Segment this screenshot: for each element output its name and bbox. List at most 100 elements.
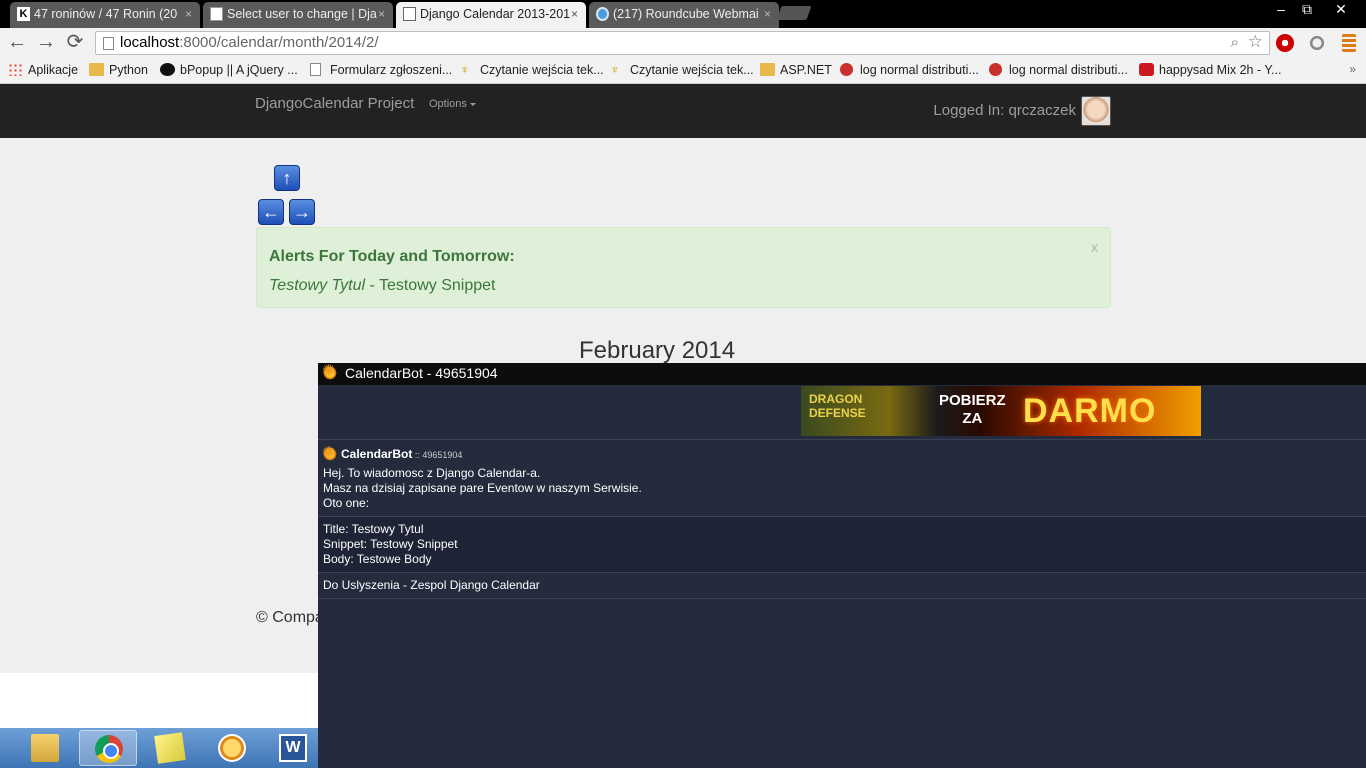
avatar[interactable]: [1081, 96, 1111, 126]
bookmark-item[interactable]: ♆ Czytanie wejścia tek...: [610, 62, 754, 78]
browser-tab-active[interactable]: Django Calendar 2013-201 ×: [396, 2, 586, 28]
youtube-icon: [1139, 63, 1154, 76]
extension-icon[interactable]: [1308, 34, 1326, 52]
menu-icon[interactable]: [1342, 34, 1356, 52]
url-host: localhost: [120, 34, 180, 51]
popup-title: CalendarBot - 49651904: [345, 365, 498, 381]
message-line: Masz na dzisiaj zapisane pare Eventow w …: [323, 481, 642, 495]
message-line: Snippet: Testowy Snippet: [323, 537, 458, 551]
browser-tab[interactable]: (217) Roundcube Webmai ×: [589, 2, 779, 28]
prev-month-button[interactable]: ←: [258, 199, 284, 225]
windows-taskbar: W: [0, 728, 318, 768]
message-line: Body: Testowe Body: [323, 552, 432, 566]
browser-tab[interactable]: Select user to change | Dja ×: [203, 2, 393, 28]
ad-pobierz-line1: POBIERZ: [939, 392, 1006, 409]
calendarbot-popup: CalendarBot - 49651904 DRAGONDEFENSE POB…: [318, 362, 1366, 768]
new-tab-button[interactable]: [776, 6, 812, 20]
tab-label: Select user to change | Dja: [227, 7, 377, 21]
options-label: Options: [429, 98, 467, 110]
ad-banner[interactable]: DRAGON DEFENSE POBIERZ ZA DARMO: [801, 386, 1201, 436]
bookmark-item[interactable]: bPopup || A jQuery ...: [160, 62, 298, 78]
tab-label: 47 roninów / 47 Ronin (20: [34, 7, 178, 21]
restore-button[interactable]: ⧉: [1294, 0, 1320, 18]
back-button[interactable]: ←: [6, 31, 28, 53]
bookmark-item[interactable]: log normal distributi...: [989, 62, 1128, 78]
page-icon: [210, 7, 223, 21]
doc-icon: [310, 63, 321, 76]
ad-line2: DEFENSE: [809, 406, 866, 420]
tab-label: Django Calendar 2013-201: [420, 7, 571, 21]
tab-close-icon[interactable]: ×: [764, 2, 771, 26]
site-navbar: DjangoCalendar Project Options Logged In…: [0, 84, 1366, 138]
ad-game-name: DRAGON DEFENSE: [809, 392, 866, 420]
options-dropdown[interactable]: Options: [429, 98, 476, 110]
browser-tab[interactable]: K 47 roninów / 47 Ronin (20 ×: [10, 2, 200, 28]
bookmark-label: Python: [109, 63, 148, 77]
reload-button[interactable]: ⟳: [64, 31, 86, 53]
popup-titlebar[interactable]: CalendarBot - 49651904: [318, 362, 1366, 385]
alert-item-title: Testowy Tytul: [269, 277, 366, 294]
taskbar-sticky-notes[interactable]: [141, 730, 199, 766]
taskbar-outlook[interactable]: [203, 730, 261, 766]
bookmark-item[interactable]: ASP.NET: [760, 62, 832, 78]
close-window-button[interactable]: ✕: [1328, 0, 1354, 18]
bookmark-item[interactable]: Formularz zgłoszeni...: [310, 62, 452, 78]
page-icon: [403, 7, 416, 21]
bookmark-item[interactable]: happysad Mix 2h - Y...: [1139, 62, 1282, 78]
alert-title: Alerts For Today and Tomorrow:: [269, 248, 515, 265]
sender-name: CalendarBot: [341, 447, 413, 461]
taskbar-chrome[interactable]: [79, 730, 137, 766]
browser-tab-strip: K 47 roninów / 47 Ronin (20 × Select use…: [0, 0, 1366, 28]
kinomaniak-icon: K: [17, 7, 30, 21]
bookmark-item[interactable]: Python: [89, 62, 148, 78]
month-title: February 2014: [579, 337, 736, 364]
taskbar-word[interactable]: W: [264, 730, 322, 766]
search-icon[interactable]: ⌕: [1231, 32, 1239, 54]
bookmark-label: log normal distributi...: [1009, 63, 1128, 77]
alert-box: Alerts For Today and Tomorrow: Testowy T…: [256, 227, 1111, 308]
tab-close-icon[interactable]: ×: [571, 2, 578, 26]
message-part-3: Do Uslyszenia - Zespol Django Calendar: [323, 578, 540, 592]
address-bar[interactable]: localhost:8000/calendar/month/2014/2/ ⌕ …: [95, 31, 1270, 55]
red-icon: [989, 63, 1002, 76]
message-line: Hej. To wiadomosc z Django Calendar-a.: [323, 466, 541, 480]
bookmark-label: log normal distributi...: [860, 63, 979, 77]
red-icon: [840, 63, 853, 76]
bookmark-label: Czytanie wejścia tek...: [630, 63, 754, 77]
bookmark-label: Aplikacje: [28, 63, 79, 77]
page-icon: [103, 37, 114, 50]
bookmark-item[interactable]: ♆ Czytanie wejścia tek...: [460, 62, 604, 78]
minimize-button[interactable]: –: [1268, 0, 1294, 18]
message-line: Oto one:: [323, 496, 370, 510]
outlook-icon: [218, 734, 246, 762]
divider: [318, 598, 1366, 599]
bookmark-label: happysad Mix 2h - Y...: [1159, 63, 1282, 77]
sun-icon: [322, 362, 338, 382]
logged-in-text: Logged In: qrczaczek: [933, 102, 1076, 119]
tab-close-icon[interactable]: ×: [185, 2, 192, 26]
sender-uin: :: 49651904: [412, 450, 463, 460]
alert-close-button[interactable]: x: [1091, 239, 1098, 255]
bookmark-label: Formularz zgłoszeni...: [330, 63, 453, 77]
bookmark-item[interactable]: log normal distributi...: [840, 62, 979, 78]
chrome-icon: [95, 735, 123, 763]
bo-icon: [160, 63, 175, 76]
tab-close-icon[interactable]: ×: [378, 2, 385, 26]
bookmark-star-icon[interactable]: ☆: [1248, 31, 1263, 53]
forward-button[interactable]: →: [35, 31, 57, 53]
up-arrow-button[interactable]: ↑: [274, 165, 300, 191]
bookmarks-bar: Aplikacje Python bPopup || A jQuery ... …: [0, 58, 1366, 84]
brand-link[interactable]: DjangoCalendar Project: [255, 95, 414, 112]
alert-item: Testowy Tytul - Testowy Snippet: [269, 277, 495, 295]
roundcube-icon: [596, 7, 609, 21]
ad-darmo: DARMO: [1023, 392, 1157, 430]
url-path: :8000/calendar/month/2014/2/: [179, 34, 379, 51]
bookmarks-more-icon[interactable]: »: [1349, 62, 1356, 76]
adblock-icon[interactable]: [1276, 34, 1294, 52]
taskbar-explorer[interactable]: [16, 730, 74, 766]
next-month-button[interactable]: →: [289, 199, 315, 225]
message-line: Title: Testowy Tytul: [323, 522, 424, 536]
divider: [318, 439, 1366, 440]
bookmark-item[interactable]: Aplikacje: [8, 62, 78, 78]
sticky-notes-icon: [154, 732, 186, 764]
